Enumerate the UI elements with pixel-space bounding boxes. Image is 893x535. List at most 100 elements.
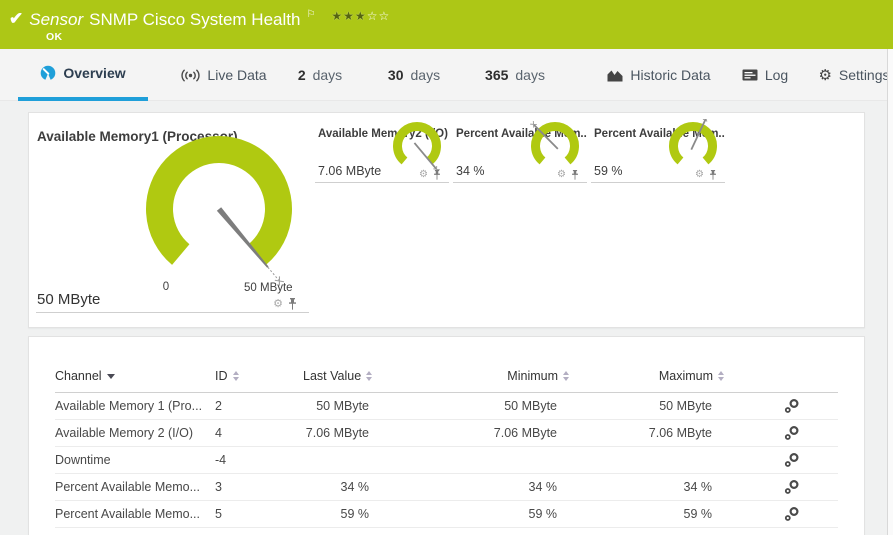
channel-settings-gears-icon[interactable]: [784, 398, 800, 414]
table-row[interactable]: Percent Available Memo... 3 34 % 34 % 34…: [55, 474, 838, 501]
gauge-tile-available-memory2[interactable]: Available Memory2 (I/O) 7.06 MByte ⚙: [315, 119, 449, 183]
channel-name[interactable]: Available Memory 2 (I/O): [55, 426, 215, 440]
gauge-tile-percent-available-mem-1[interactable]: Percent Available Mem... 34 % ⚙: [453, 119, 587, 183]
gauge-arc: [160, 150, 279, 255]
channel-name[interactable]: Downtime: [55, 453, 215, 467]
channel-name[interactable]: Percent Available Memo...: [55, 507, 215, 521]
tab-live-data[interactable]: Live Data: [163, 49, 285, 101]
table-row[interactable]: Available Memory 2 (I/O) 4 7.06 MByte 7.…: [55, 420, 838, 447]
tab-settings-label: Settings: [839, 67, 890, 83]
gauges-panel: Available Memory1 (Processor) 0 50 MByte…: [28, 112, 865, 328]
tab-365-days[interactable]: 365 days: [472, 49, 558, 101]
channel-minimum: 50 MByte: [403, 399, 588, 413]
page-title: SNMP Cisco System Health: [89, 8, 300, 32]
sort-icon[interactable]: [563, 371, 569, 381]
channel-id: 5: [215, 507, 303, 521]
tab-historic-data[interactable]: Historic Data: [600, 49, 718, 101]
channels-panel: Channel ID Last Value Minimum Maximum: [28, 336, 865, 535]
tab-live-data-label: Live Data: [207, 67, 266, 83]
column-header-channel[interactable]: Channel: [55, 369, 215, 383]
tab-365-days-number: 365: [485, 67, 508, 83]
channel-minimum: 7.06 MByte: [403, 426, 588, 440]
gauge-scale-max: 50 MByte: [244, 282, 293, 294]
pin-icon[interactable]: [709, 170, 717, 180]
gauge-last-value: 7.06 MByte: [318, 164, 381, 178]
table-row[interactable]: Percent Available Memo... 5 59 % 59 % 59…: [55, 501, 838, 528]
tab-log-label: Log: [765, 67, 788, 83]
sort-icon[interactable]: [718, 371, 724, 381]
channel-minimum: 59 %: [403, 507, 588, 521]
tab-30-days[interactable]: 30 days: [377, 49, 451, 101]
log-list-icon: [742, 69, 758, 81]
column-header-last-value[interactable]: Last Value: [303, 369, 403, 383]
gauge-last-value: 59 %: [594, 164, 623, 178]
main-gauge: [129, 123, 309, 303]
gauge-settings-gear-icon[interactable]: ⚙: [419, 170, 428, 180]
tab-log[interactable]: Log: [732, 49, 798, 101]
channel-last-value: 50 MByte: [303, 399, 403, 413]
gauge-icon: [40, 65, 56, 81]
tab-30-days-unit: days: [411, 67, 441, 83]
gauge-settings-gear-icon[interactable]: ⚙: [273, 299, 283, 310]
flag-icon[interactable]: ⚐: [306, 9, 315, 21]
pin-icon[interactable]: [571, 170, 579, 180]
channel-maximum: 59 %: [588, 507, 743, 521]
channel-last-value: 7.06 MByte: [303, 426, 403, 440]
scrollbar-edge: [887, 49, 888, 535]
column-header-id[interactable]: ID: [215, 369, 303, 383]
channel-name[interactable]: Percent Available Memo...: [55, 480, 215, 494]
channel-last-value: 59 %: [303, 507, 403, 521]
gauge-settings-gear-icon[interactable]: ⚙: [695, 170, 704, 180]
live-signal-icon: [181, 69, 200, 82]
sensor-kind-label: Sensor: [29, 8, 83, 32]
gauge-settings-gear-icon[interactable]: ⚙: [557, 170, 566, 180]
tab-2-days[interactable]: 2 days: [288, 49, 352, 101]
sort-icon[interactable]: [233, 371, 239, 381]
channel-last-value: 34 %: [303, 480, 403, 494]
priority-stars-empty[interactable]: ☆☆: [367, 9, 391, 23]
tab-settings[interactable]: ⚙ Settings: [814, 49, 893, 101]
channel-id: 3: [215, 480, 303, 494]
gauge-last-value: 34 %: [456, 164, 485, 178]
channel-id: -4: [215, 453, 303, 467]
status-check-icon: ✔: [9, 8, 23, 30]
channel-name[interactable]: Available Memory 1 (Pro...: [55, 399, 215, 413]
gauge-last-value: 50 MByte: [37, 291, 100, 308]
gauge-scale-min: 0: [156, 281, 176, 293]
gear-icon: ⚙: [818, 68, 831, 83]
column-header-maximum[interactable]: Maximum: [588, 369, 743, 383]
channel-minimum: 34 %: [403, 480, 588, 494]
channels-table: Channel ID Last Value Minimum Maximum: [55, 359, 838, 528]
channel-settings-gears-icon[interactable]: [784, 506, 800, 522]
pin-icon[interactable]: [433, 170, 441, 180]
priority-stars-filled[interactable]: ★★★: [331, 9, 366, 23]
sort-desc-icon[interactable]: [107, 374, 115, 379]
channel-settings-gears-icon[interactable]: [784, 425, 800, 441]
tab-overview-label: Overview: [63, 65, 125, 81]
status-badge: OK: [46, 31, 62, 43]
tab-2-days-unit: days: [313, 67, 343, 83]
channel-maximum: 50 MByte: [588, 399, 743, 413]
channel-id: 2: [215, 399, 303, 413]
table-header-row: Channel ID Last Value Minimum Maximum: [55, 359, 838, 393]
scrollbar-track[interactable]: [888, 49, 893, 535]
pin-icon[interactable]: [288, 298, 297, 310]
channel-maximum: 34 %: [588, 480, 743, 494]
table-row[interactable]: Downtime -4: [55, 447, 838, 474]
tab-30-days-number: 30: [388, 67, 404, 83]
tab-2-days-number: 2: [298, 67, 306, 83]
gauge-tile-available-memory1[interactable]: Available Memory1 (Processor) 0 50 MByte…: [36, 119, 309, 313]
tab-365-days-unit: days: [515, 67, 545, 83]
table-row[interactable]: Available Memory 1 (Pro... 2 50 MByte 50…: [55, 393, 838, 420]
column-header-minimum[interactable]: Minimum: [403, 369, 588, 383]
channel-settings-gears-icon[interactable]: [784, 479, 800, 495]
priority-stars[interactable]: ★★★☆☆: [331, 9, 390, 23]
sort-icon[interactable]: [366, 371, 372, 381]
tab-overview[interactable]: Overview: [18, 49, 148, 101]
gauge-tile-percent-available-mem-2[interactable]: Percent Available Mem... 59 % ⚙: [591, 119, 725, 183]
channel-id: 4: [215, 426, 303, 440]
channel-settings-gears-icon[interactable]: [784, 452, 800, 468]
tab-historic-data-label: Historic Data: [630, 67, 710, 83]
area-chart-icon: [607, 69, 623, 82]
sensor-header-banner: ✔ Sensor SNMP Cisco System Health ⚐ ★★★☆…: [0, 0, 893, 49]
